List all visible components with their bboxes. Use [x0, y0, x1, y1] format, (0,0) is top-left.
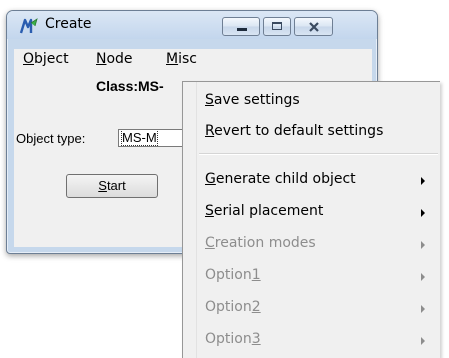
title-bar[interactable]: Create: [7, 11, 377, 39]
menu-gutter: [196, 82, 197, 358]
submenu-arrow-icon: [421, 273, 425, 281]
menu-item-creation-modes[interactable]: Creation modes: [205, 235, 316, 251]
menu-item-serial-placement[interactable]: Serial placement: [205, 203, 323, 219]
close-icon: [309, 22, 319, 32]
menu-misc[interactable]: Misc: [166, 51, 197, 67]
menu-item-generate-child[interactable]: Generate child object: [205, 171, 356, 187]
object-type-select[interactable]: MS-M: [118, 129, 190, 147]
menu-object[interactable]: Object: [23, 51, 69, 67]
submenu-arrow-icon: [421, 305, 425, 313]
object-type-value: MS-M: [121, 130, 158, 146]
menu-separator: [199, 153, 438, 155]
menu-item-save-settings[interactable]: Save settings: [205, 92, 300, 108]
app-icon: [19, 18, 38, 34]
submenu-arrow-icon: [421, 337, 425, 345]
submenu-arrow-icon: [421, 209, 425, 217]
menu-node[interactable]: Node: [96, 51, 133, 67]
start-button[interactable]: Start: [66, 174, 158, 198]
submenu-arrow-icon: [421, 177, 425, 185]
menu-bar: Object Node Misc: [14, 49, 372, 71]
menu-item-option1[interactable]: Option1: [205, 267, 261, 283]
maximize-button[interactable]: [263, 17, 291, 36]
menu-item-option2[interactable]: Option2: [205, 299, 261, 315]
class-label: Class:MS-: [96, 78, 164, 94]
maximize-icon: [272, 22, 282, 30]
misc-popup-menu: Save settings Revert to default settings…: [182, 81, 440, 358]
minimize-icon: [237, 28, 247, 31]
object-type-label: Object type:: [16, 131, 86, 146]
close-button[interactable]: [294, 17, 333, 36]
minimize-button[interactable]: [222, 17, 260, 36]
menu-item-revert-settings[interactable]: Revert to default settings: [205, 123, 383, 139]
window-title: Create: [45, 16, 92, 32]
submenu-arrow-icon: [421, 241, 425, 249]
menu-item-option3[interactable]: Option3: [205, 331, 261, 347]
